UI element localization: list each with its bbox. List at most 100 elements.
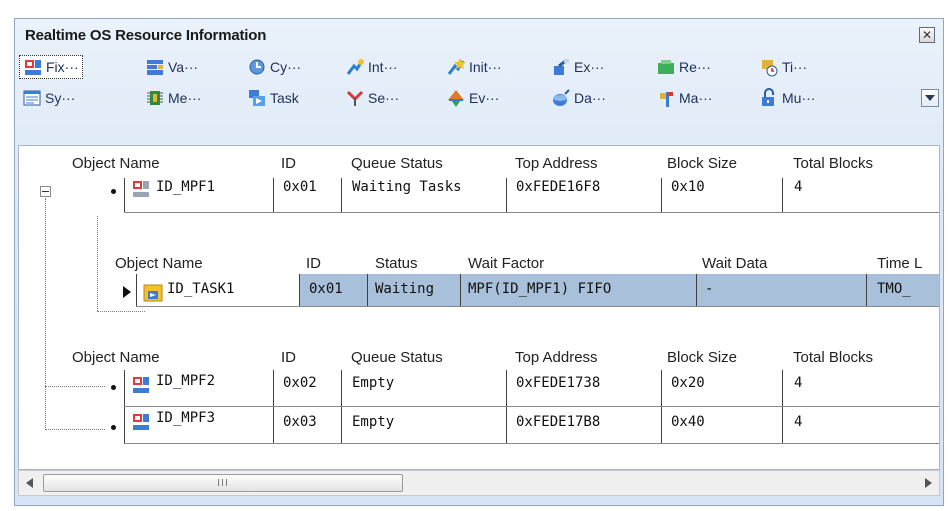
tab-label: Init··· [469, 59, 502, 75]
rtos-resource-window: Realtime OS Resource Information ✕ Fix··… [14, 18, 944, 506]
cell-separator [506, 178, 507, 212]
horizontal-scrollbar[interactable]: III [18, 470, 940, 496]
tab-label: Ma··· [679, 90, 713, 106]
eventflag-icon [448, 90, 464, 107]
tab-fixed-memory-pool[interactable]: Fix··· [19, 55, 83, 79]
col-header-object-name[interactable]: Object Name [72, 155, 160, 172]
toolbar-row-1: Fix··· Va··· Cy··· Int··· Init··· Ex··· … [15, 51, 943, 83]
subcol-header-status[interactable]: Status [375, 255, 418, 272]
cell-separator [661, 370, 662, 406]
memory-chip-icon [147, 91, 163, 105]
col-header-block-size[interactable]: Block Size [667, 155, 737, 172]
tab-eventflag[interactable]: Ev··· [443, 86, 502, 110]
tab-label: Fix··· [46, 59, 79, 75]
col-header-id[interactable]: ID [281, 155, 296, 172]
col-header-block-size[interactable]: Block Size [667, 349, 737, 366]
tab-label: Se··· [368, 90, 400, 106]
row-expand-arrow-icon[interactable] [123, 286, 131, 298]
tab-resource[interactable]: Re··· [653, 55, 714, 79]
total-blocks-cell: 4 [794, 375, 803, 391]
mailbox-icon [660, 92, 673, 107]
subcol-header-wait-data[interactable]: Wait Data [702, 255, 767, 272]
cell-separator [341, 178, 342, 212]
queue-status-cell: Empty [352, 414, 395, 430]
fixed-memory-pool-icon [133, 414, 149, 430]
col-header-total-blocks[interactable]: Total Blocks [793, 155, 873, 172]
tab-interrupt-handler[interactable]: Int··· [342, 55, 401, 79]
tab-variable-memory-pool[interactable]: Va··· [142, 55, 201, 79]
tab-dataqueue[interactable]: Da··· [548, 86, 609, 110]
mutex-lock-icon [762, 88, 774, 106]
col-header-queue-status[interactable]: Queue Status [351, 155, 443, 172]
close-button[interactable]: ✕ [919, 27, 935, 43]
cell-separator [341, 370, 342, 406]
tab-label: Ex··· [574, 59, 605, 75]
tab-memory[interactable]: Me··· [142, 86, 204, 110]
cell-separator [273, 178, 274, 212]
col-header-queue-status[interactable]: Queue Status [351, 349, 443, 366]
tab-task[interactable]: Task [244, 86, 302, 110]
task-status-cell: Waiting [375, 281, 435, 297]
subcol-header-wait-factor[interactable]: Wait Factor [468, 255, 544, 272]
semaphore-icon [346, 90, 364, 106]
cell-separator [506, 407, 507, 443]
tree-connector [97, 311, 145, 312]
cell-separator [273, 370, 274, 406]
col-header-top-address[interactable]: Top Address [515, 155, 598, 172]
col-header-id[interactable]: ID [281, 349, 296, 366]
id-cell: 0x02 [283, 375, 317, 391]
task-id-cell: 0x01 [309, 281, 343, 297]
collapse-toggle[interactable] [40, 186, 51, 197]
tab-label: Da··· [574, 90, 606, 106]
subcol-header-time-limit[interactable]: Time L [877, 255, 922, 272]
toolbar-overflow-dropdown[interactable] [921, 89, 939, 107]
col-header-object-name[interactable]: Object Name [72, 349, 160, 366]
object-name-cell[interactable]: ID_MPF2 [156, 373, 215, 389]
scroll-right-arrow-icon[interactable] [921, 476, 935, 490]
interrupt-handler-icon [346, 59, 364, 75]
tab-semaphore[interactable]: Se··· [342, 86, 402, 110]
tab-label: Ti··· [782, 59, 808, 75]
subcol-header-id[interactable]: ID [306, 255, 321, 272]
queue-status-cell: Empty [352, 375, 395, 391]
tab-initialize-routine[interactable]: Init··· [443, 55, 505, 79]
cell-separator [661, 407, 662, 443]
task-icon [249, 90, 265, 106]
task-name-cell[interactable]: ID_TASK1 [167, 281, 234, 297]
col-header-top-address[interactable]: Top Address [515, 349, 598, 366]
id-cell: 0x01 [283, 179, 317, 195]
object-name-cell[interactable]: ID_MPF3 [156, 410, 215, 426]
tab-label: Int··· [368, 59, 398, 75]
cell-separator [782, 178, 783, 212]
tab-cyclic-handler[interactable]: Cy··· [244, 55, 304, 79]
tab-timer[interactable]: Ti··· [756, 55, 810, 79]
chevron-down-icon [925, 95, 935, 101]
scroll-left-arrow-icon[interactable] [23, 476, 37, 490]
tab-mailbox[interactable]: Ma··· [653, 86, 715, 110]
top-address-cell: 0xFEDE1738 [516, 375, 601, 391]
initialize-routine-icon [447, 58, 466, 75]
tab-system[interactable]: Sy··· [19, 86, 78, 110]
row-bullet [111, 425, 116, 430]
row-divider [136, 306, 939, 307]
cell-separator [299, 274, 300, 307]
minus-icon [42, 191, 49, 192]
tab-label: Ev··· [469, 90, 500, 106]
tab-exception-handler[interactable]: Ex··· [548, 55, 607, 79]
col-header-total-blocks[interactable]: Total Blocks [793, 349, 873, 366]
subcol-header-object-name[interactable]: Object Name [115, 255, 203, 272]
scrollbar-thumb[interactable]: III [43, 474, 403, 492]
object-name-cell[interactable]: ID_MPF1 [156, 179, 215, 195]
fixed-memory-pool-icon [25, 60, 41, 75]
tab-label: Re··· [679, 59, 711, 75]
tab-mutex[interactable]: Mu··· [756, 86, 818, 110]
cell-separator [661, 178, 662, 212]
block-size-cell: 0x20 [671, 375, 705, 391]
tab-label: Mu··· [782, 90, 816, 106]
row-border [124, 407, 125, 443]
resource-tree-grid: Object Name ID Queue Status Top Address … [18, 145, 940, 470]
row-border [124, 178, 125, 212]
queue-status-cell: Waiting Tasks [352, 179, 462, 195]
toolbar-row-2: Sy··· Me··· Task Se··· Ev··· Da··· Ma···… [15, 82, 943, 114]
top-address-cell: 0xFEDE16F8 [516, 179, 601, 195]
